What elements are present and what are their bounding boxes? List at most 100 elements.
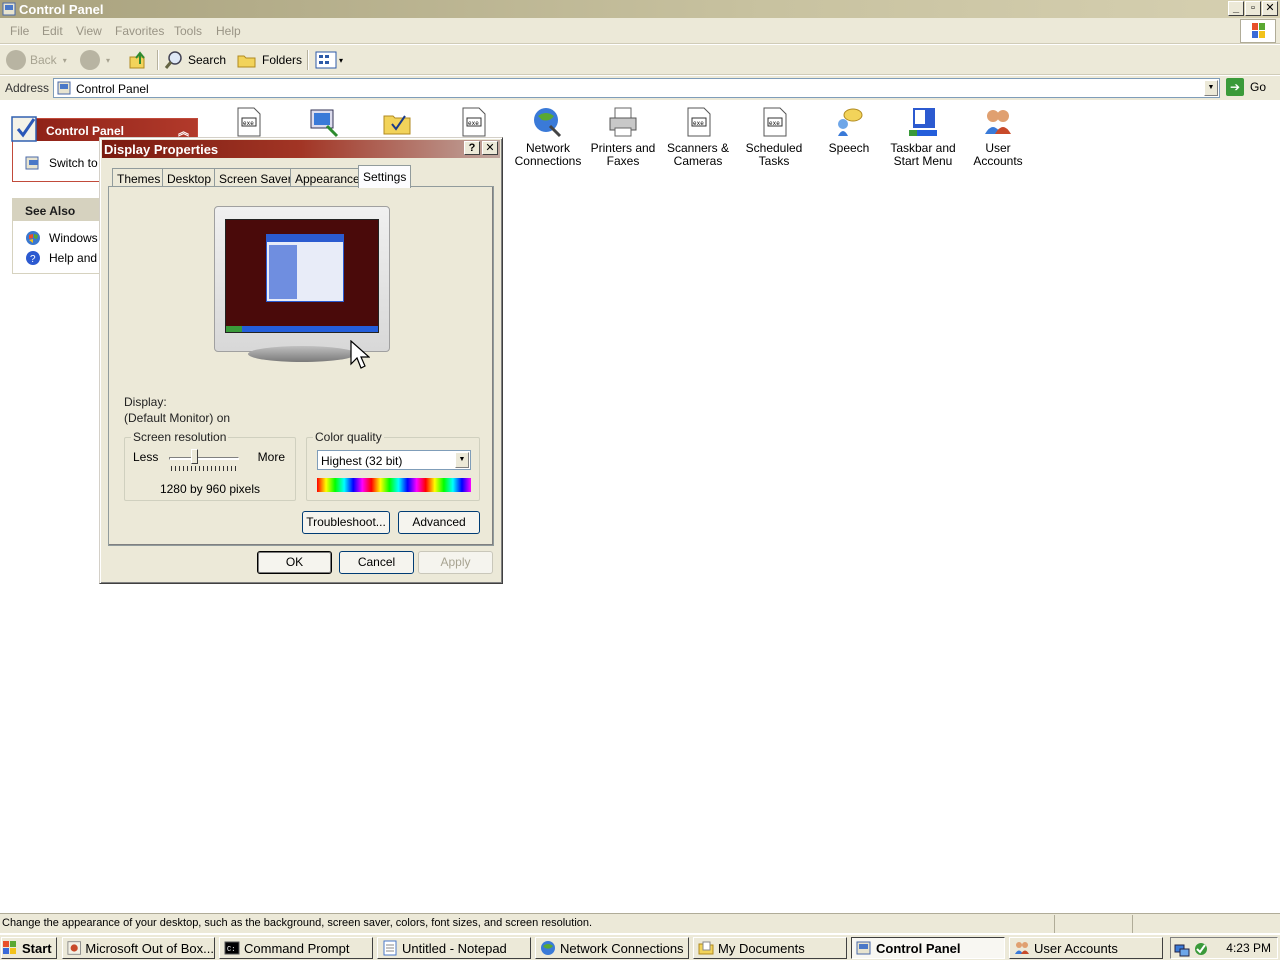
command-prompt-icon: C: [224, 941, 240, 955]
cp-item-label: Scheduled Tasks [745, 141, 803, 168]
menu-view[interactable]: View [76, 24, 102, 38]
menu-help[interactable]: Help [216, 24, 241, 38]
back-button[interactable]: Back ▾ [6, 49, 67, 71]
color-quality-select[interactable]: Highest (32 bit) ▼ [317, 450, 471, 470]
go-button[interactable]: ➔ Go [1226, 78, 1266, 96]
task-label: My Documents [718, 940, 805, 956]
views-icon [315, 51, 337, 69]
settings-tab-panel: Display: (Default Monitor) on Screen res… [108, 186, 494, 546]
cp-item-speech[interactable]: Speech [811, 106, 887, 155]
address-label: Address [5, 81, 50, 95]
screen-resolution-group: Screen resolution Less More 1280 by 960 … [124, 430, 296, 501]
cp-item-printers-and-faxes[interactable]: Printers and Faxes [585, 106, 661, 168]
search-icon [164, 51, 182, 69]
cp-item-network-connections[interactable]: Network Connections [510, 106, 586, 168]
svg-text:exe: exe [693, 120, 704, 127]
switch-to-classic-view-link[interactable]: Switch to C [25, 155, 110, 171]
forward-button[interactable]: ▾ [80, 49, 110, 71]
resolution-slider-thumb[interactable] [191, 449, 198, 464]
menu-favorites[interactable]: Favorites [115, 24, 164, 38]
tab-screen-saver[interactable]: Screen Saver [214, 168, 297, 187]
switch-view-icon [25, 156, 39, 170]
help-icon: ? [26, 251, 40, 265]
toolbar-separator [307, 50, 309, 70]
ok-button[interactable]: OK [257, 551, 332, 574]
forward-arrow-icon [80, 50, 100, 70]
status-bar: Change the appearance of your desktop, s… [0, 913, 1280, 933]
toolbar-separator [157, 50, 159, 70]
svg-text:?: ? [30, 254, 36, 265]
views-dropdown-icon[interactable]: ▾ [339, 56, 343, 65]
windows-flag-icon [3, 941, 16, 954]
back-arrow-icon [6, 50, 26, 70]
tab-themes[interactable]: Themes [112, 168, 166, 187]
mouse-cursor-icon [350, 340, 370, 369]
address-input[interactable]: Control Panel ▼ [53, 78, 1220, 98]
control-panel-icon [2, 2, 16, 16]
search-button[interactable]: Search [164, 49, 226, 71]
menu-file[interactable]: File [10, 24, 29, 38]
taskbar-item-command-prompt[interactable]: C: Command Prompt [219, 937, 373, 959]
window-title: Control Panel [19, 2, 104, 17]
dialog-help-button[interactable]: ? [464, 141, 480, 155]
restore-button[interactable]: ▫ [1245, 1, 1261, 16]
taskbar-item-my-documents[interactable]: My Documents [693, 937, 847, 959]
color-quality-dropdown-icon[interactable]: ▼ [455, 452, 469, 468]
start-label: Start [22, 940, 52, 956]
taskbar-item-oobe[interactable]: Microsoft Out of Box... [62, 937, 215, 959]
color-spectrum-bar [317, 478, 471, 492]
troubleshoot-button[interactable]: Troubleshoot... [302, 511, 390, 534]
monitor-bezel [214, 206, 390, 352]
cp-item-scheduled-tasks[interactable]: exe Scheduled Tasks [736, 106, 812, 168]
minimize-button[interactable]: _ [1228, 1, 1244, 16]
windows-update-icon [26, 231, 40, 245]
window-titlebar[interactable]: Control Panel _ ▫ ✕ [0, 0, 1280, 18]
task-label: Microsoft Out of Box... [85, 940, 214, 956]
dialog-title: Display Properties [104, 142, 219, 157]
cp-item-scanners-and-cameras[interactable]: exe Scanners & Cameras [660, 106, 736, 168]
up-folder-button[interactable] [128, 49, 148, 71]
menu-tools[interactable]: Tools [174, 24, 202, 38]
tab-desktop[interactable]: Desktop [162, 168, 217, 187]
forward-dropdown-icon[interactable]: ▾ [106, 56, 110, 65]
preview-window [266, 234, 344, 302]
folders-button[interactable]: Folders [236, 49, 302, 71]
tab-appearance[interactable]: Appearance [290, 168, 365, 187]
dialog-close-button[interactable]: ✕ [482, 141, 498, 155]
taskbar-item-control-panel[interactable]: Control Panel [851, 937, 1005, 959]
back-dropdown-icon[interactable]: ▾ [63, 56, 67, 65]
windows-update-link[interactable]: Windows U [25, 230, 110, 246]
status-text: Change the appearance of your desktop, s… [2, 917, 593, 929]
cp-item-taskbar-and-start-menu[interactable]: Taskbar and Start Menu [885, 106, 961, 168]
network-globe-icon [532, 106, 564, 138]
color-quality-group: Color quality Highest (32 bit) ▼ [306, 430, 480, 501]
task-label: User Accounts [1034, 940, 1118, 956]
cp-item-user-accounts[interactable]: User Accounts [960, 106, 1036, 168]
dialog-titlebar[interactable]: Display Properties ? ✕ [102, 140, 500, 158]
taskbar-item-user-accounts[interactable]: User Accounts [1009, 937, 1163, 959]
cp-item-label: Scanners & Cameras [666, 141, 730, 168]
address-dropdown-button[interactable]: ▼ [1204, 80, 1218, 96]
control-panel-large-icon [11, 116, 37, 142]
resolution-slider-ticks [171, 466, 239, 471]
close-button[interactable]: ✕ [1262, 1, 1278, 16]
user-accounts-icon [1015, 942, 1029, 954]
go-label: Go [1250, 80, 1267, 94]
network-tray-icon[interactable] [1174, 941, 1190, 957]
taskbar-item-notepad[interactable]: Untitled - Notepad [377, 937, 531, 959]
update-tray-icon[interactable] [1193, 941, 1209, 957]
help-and-support-link[interactable]: ? Help and S [25, 250, 108, 266]
taskbar-item-network-connections[interactable]: Network Connections [535, 937, 689, 959]
menu-edit[interactable]: Edit [42, 24, 63, 38]
display-value: (Default Monitor) on [124, 411, 231, 425]
display-label: Display: [124, 395, 167, 409]
start-button[interactable]: Start [1, 937, 57, 959]
tab-settings[interactable]: Settings [358, 165, 412, 188]
cancel-button[interactable]: Cancel [339, 551, 414, 574]
advanced-button[interactable]: Advanced [398, 511, 480, 534]
clock[interactable]: 4:23 PM [1226, 941, 1271, 955]
resolution-slider-track[interactable] [169, 457, 239, 460]
apply-button[interactable]: Apply [418, 551, 493, 574]
display-properties-dialog: Display Properties ? ✕ Themes Desktop Sc… [99, 137, 503, 584]
views-button[interactable]: ▾ [315, 49, 343, 71]
